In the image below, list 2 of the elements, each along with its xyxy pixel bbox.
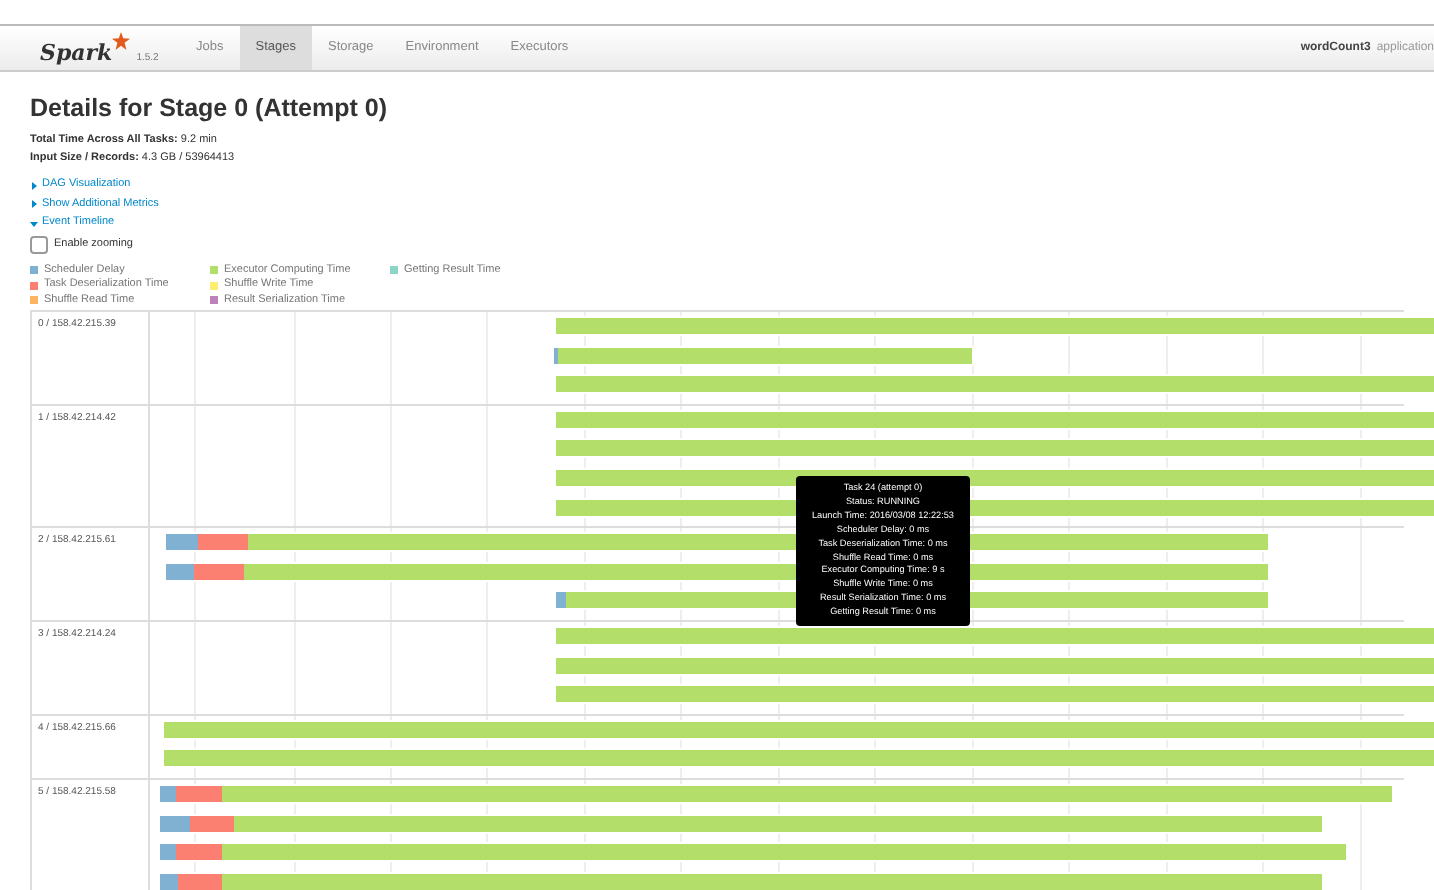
page-title: Details for Stage 0 (Attempt 0) — [30, 94, 390, 124]
logo-text: Spark — [40, 42, 113, 64]
